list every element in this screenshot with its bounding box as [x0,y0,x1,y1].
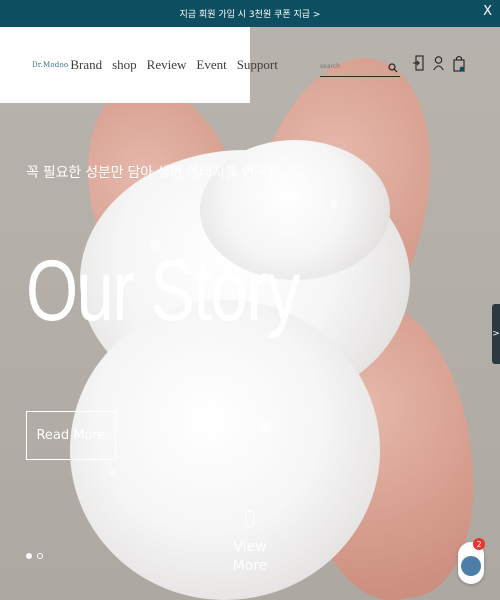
read-more-button[interactable]: Read More [26,411,116,460]
view-more-button[interactable]: View More [222,510,278,574]
bubble [110,470,117,477]
nav-item-event[interactable]: Event [196,57,226,73]
next-slide-arrow[interactable]: > [492,304,500,364]
slide-dot-1[interactable] [26,553,32,559]
user-icon[interactable] [433,55,444,76]
bubble [330,200,338,208]
site-header: Dr.Modoo Brand shop Review Event Support [0,27,278,103]
slider-pagination [26,553,43,559]
chat-widget-button[interactable]: 2 [458,538,485,584]
nav-item-shop[interactable]: shop [112,57,137,73]
nav-item-brand[interactable]: Brand [70,57,102,73]
announcement-bar[interactable]: 지금 회원 가입 시 3천원 쿠폰 지급 > X [0,0,500,27]
announcement-text[interactable]: 지금 회원 가입 시 3천원 쿠폰 지급 > [180,7,321,20]
chat-bot-icon [461,556,481,576]
header-icons [413,55,465,76]
search-input[interactable] [320,59,386,73]
nav-item-support[interactable]: Support [237,57,278,73]
view-more-label: View More [232,539,268,574]
search-box [320,55,400,77]
bubble [260,420,272,432]
hero-tagline: 꼭 필요한 성분만 담아 생명 에너지를 연구합니다. [26,165,310,181]
search-icon[interactable] [388,58,398,77]
login-icon[interactable] [413,55,424,76]
brand-logo[interactable]: Dr.Modoo [32,61,68,69]
scroll-mouse-icon [222,510,278,532]
slide-dot-2[interactable] [37,553,43,559]
main-nav: Brand shop Review Event Support [70,57,278,73]
close-icon[interactable]: X [483,4,492,19]
cart-icon[interactable] [453,55,465,76]
chat-notification-badge: 2 [473,538,485,550]
nav-item-review[interactable]: Review [147,57,187,73]
hero-title: Our Story [26,243,301,339]
